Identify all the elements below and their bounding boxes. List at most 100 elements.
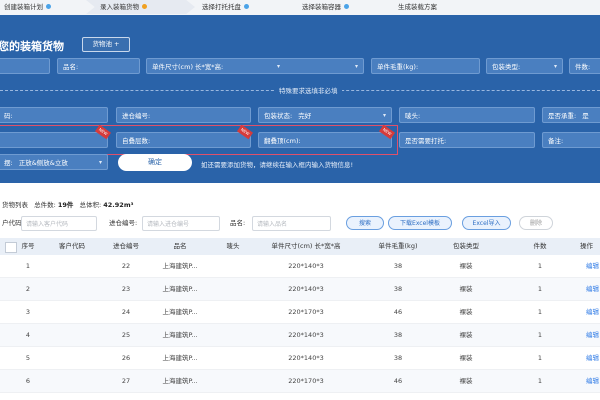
pack-state-select[interactable]: 包装状态: 完好 ▾ <box>258 107 392 123</box>
size-label: 单件尺寸(cm) 长*宽*高: <box>152 63 224 71</box>
chevron-down-icon: ▾ <box>354 63 358 70</box>
cell-inbound: 25 <box>121 331 131 339</box>
optional-section-label: 特殊要求选填非必填 <box>275 85 342 95</box>
table-header: 序号 客户代码 进仓编号 品名 唛头 单件尺寸(cm) 长*宽*高 单件毛重(k… <box>0 238 600 255</box>
edit-link[interactable]: 编辑 <box>586 324 600 346</box>
table-row: 4 25 上海建筑P... 220*140*3 38 裸装 1 编辑 <box>0 324 600 347</box>
cell-name: 上海建筑P... <box>162 308 198 316</box>
step-select-container[interactable]: 选择装箱容器 <box>302 0 349 14</box>
marks-field[interactable]: 唛头: <box>399 107 535 123</box>
cell-marks <box>218 278 248 300</box>
table-row: 2 23 上海建筑P... 220*140*3 38 裸装 1 编辑 <box>0 278 600 301</box>
goods-pool-button[interactable]: 货物池 + <box>82 37 130 52</box>
cell-count: 1 <box>537 285 543 293</box>
delete-button[interactable]: 删除 <box>519 216 553 230</box>
chevron-down-icon: ▾ <box>98 159 102 166</box>
count-label: 件数: <box>575 63 591 71</box>
placement-value: 正放&侧放&立放 <box>18 159 68 167</box>
step-generate-plan[interactable]: 生成装载方案 <box>398 0 437 14</box>
cell-weight: 46 <box>393 377 403 385</box>
chevron-down-icon: ▾ <box>277 63 281 70</box>
col-name: 品名 <box>173 242 187 250</box>
bearing-value: 是 <box>582 112 589 120</box>
row1-leading-field[interactable] <box>0 58 50 74</box>
inbound-number-label: 进仓编号: <box>122 112 151 120</box>
product-name-label: 品名: <box>63 63 79 71</box>
weight-field[interactable]: 单件毛重(kg): <box>371 58 480 74</box>
tray-required-label: 是否需要打托: <box>405 137 447 145</box>
total-count-label: 总件数: <box>34 201 56 209</box>
edit-link[interactable]: 编辑 <box>586 301 600 323</box>
confirm-button[interactable]: 确定 <box>118 154 192 171</box>
cell-seq: 2 <box>25 285 31 293</box>
cell-name: 上海建筑P... <box>162 354 198 362</box>
search-button[interactable]: 搜索 <box>346 216 384 230</box>
cell-pack: 裸装 <box>459 354 473 362</box>
chevron-down-icon: ▾ <box>382 112 386 119</box>
overhang-field[interactable]: 翻叠顶(cm): <box>258 132 392 148</box>
step-label: 选择装箱容器 <box>302 3 341 11</box>
edit-link[interactable]: 编辑 <box>586 255 600 277</box>
col-action: 操作 <box>580 242 593 250</box>
cell-count: 1 <box>537 308 543 316</box>
pack-type-label: 包装类型: <box>492 63 521 71</box>
col-customer: 客户代码 <box>59 242 85 250</box>
edit-link[interactable]: 编辑 <box>586 370 600 392</box>
tray-required-select[interactable]: 是否需要打托: <box>399 132 535 148</box>
total-volume-value: 42.92m³ <box>103 201 134 209</box>
inbound-number-field[interactable]: 进仓编号: <box>116 107 251 123</box>
step-enter-goods[interactable]: 录入装箱货物 <box>86 0 195 14</box>
step-label: 选择打托托盘 <box>202 3 241 11</box>
cell-seq: 4 <box>25 331 31 339</box>
row3-leading-field[interactable] <box>0 132 108 148</box>
step-create-plan[interactable]: 创建装箱计划 <box>4 0 51 14</box>
customer-code-field[interactable]: 码: <box>0 107 108 123</box>
step-status-dot <box>46 4 51 9</box>
add-goods-hint: 如还需要添加货物，请继续在输入框内输入货物信息! <box>201 161 354 169</box>
cell-seq: 6 <box>25 377 31 385</box>
cell-size: 220*170*3 <box>288 308 324 316</box>
bearing-select[interactable]: 是否承重: 是 <box>542 107 600 123</box>
cell-name: 上海建筑P... <box>162 262 198 270</box>
pack-type-select[interactable]: 包装类型: ▾ <box>486 58 563 74</box>
count-field[interactable]: 件数: <box>569 58 600 74</box>
stack-layers-field[interactable]: 自叠层数: <box>116 132 251 148</box>
cell-count: 1 <box>537 262 543 270</box>
step-select-pallet[interactable]: 选择打托托盘 <box>202 0 249 14</box>
stack-layers-label: 自叠层数: <box>122 137 151 145</box>
name-search-input[interactable]: 请输入品名 <box>252 216 331 231</box>
cell-seq: 1 <box>25 262 31 270</box>
panel-title: 您的装箱货物 <box>0 40 64 53</box>
col-inbound: 进仓编号 <box>113 242 139 250</box>
pack-state-label: 包装状态: <box>264 112 293 120</box>
excel-import-button[interactable]: Excel导入 <box>462 216 511 230</box>
edit-link[interactable]: 编辑 <box>586 347 600 369</box>
product-name-field[interactable]: 品名: <box>57 58 140 74</box>
step-bar: 创建装箱计划 录入装箱货物 选择打托托盘 选择装箱容器 生成装载方案 <box>0 0 600 16</box>
cell-inbound: 22 <box>121 262 131 270</box>
cell-customer <box>52 370 92 392</box>
customer-code-search-input[interactable]: 请输入客户代码 <box>21 216 97 231</box>
overhang-label: 翻叠顶(cm): <box>264 137 301 145</box>
placement-select[interactable]: 摆: 正放&侧放&立放 ▾ <box>0 154 108 170</box>
cell-seq: 5 <box>25 354 31 362</box>
inbound-search-input[interactable]: 请输入进仓编号 <box>142 216 220 231</box>
customer-code-label: 码: <box>4 112 13 120</box>
cell-customer <box>52 255 92 277</box>
download-template-button[interactable]: 下载Excel模板 <box>388 216 452 230</box>
list-title: 货物列表 <box>2 201 28 209</box>
table-row: 3 24 上海建筑P... 220*170*3 46 裸装 1 编辑 <box>0 301 600 324</box>
cell-inbound: 27 <box>121 377 131 385</box>
edit-link[interactable]: 编辑 <box>586 278 600 300</box>
step-label: 录入装箱货物 <box>100 3 139 11</box>
cell-size: 220*140*3 <box>288 331 324 339</box>
cell-marks <box>218 347 248 369</box>
total-volume-label: 总体积: <box>79 201 102 209</box>
table-row: 5 26 上海建筑P... 220*140*3 38 裸装 1 编辑 <box>0 347 600 370</box>
size-select[interactable]: 单件尺寸(cm) 长*宽*高: ▾ ▾ <box>146 58 364 74</box>
cell-count: 1 <box>537 354 543 362</box>
cell-marks <box>218 255 248 277</box>
step-status-dot <box>344 4 349 9</box>
note-field[interactable]: 备注: <box>542 132 600 148</box>
total-count-value: 19件 <box>57 201 74 209</box>
